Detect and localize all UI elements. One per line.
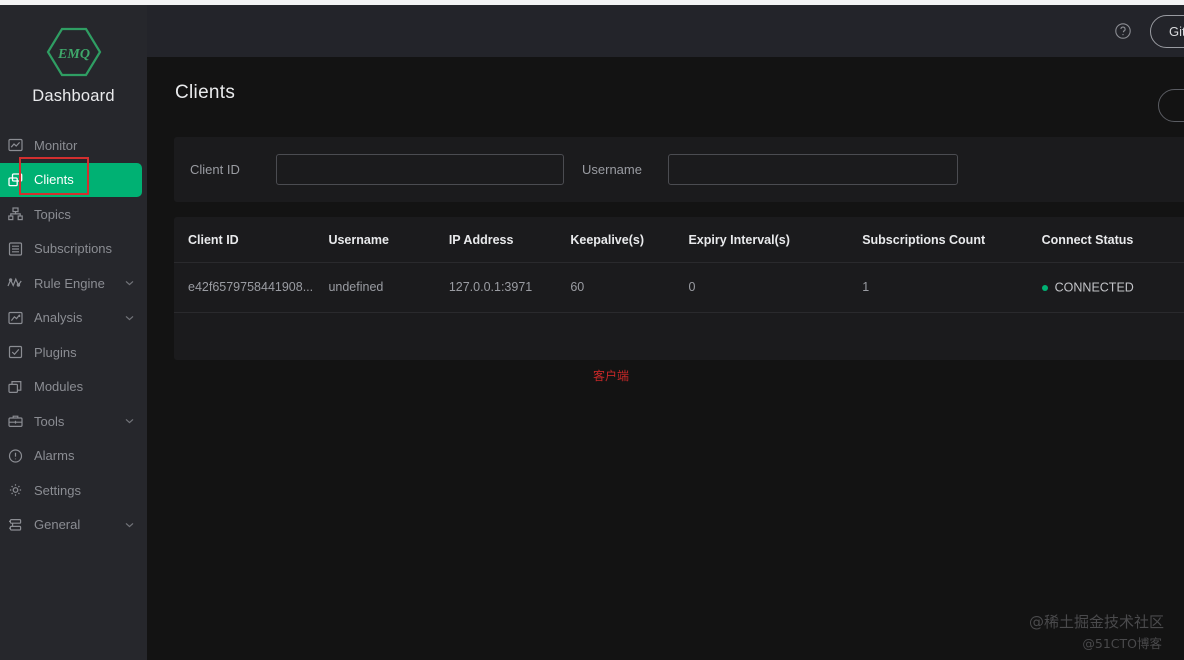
sidebar-item-monitor[interactable]: Monitor: [0, 128, 147, 163]
cell-ip-address: 127.0.0.1:3971: [448, 262, 571, 313]
sidebar-item-topics[interactable]: Topics: [0, 197, 147, 232]
status-badge: CONNECTED: [1054, 280, 1134, 295]
tools-icon: [4, 412, 26, 430]
chevron-down-icon: [125, 522, 134, 528]
chevron-down-icon: [125, 315, 134, 321]
column-header-client-id[interactable]: Client ID: [174, 217, 328, 263]
subscriptions-icon: [4, 240, 26, 258]
search-filter-panel: Client ID Username: [174, 137, 1184, 202]
column-header-username[interactable]: Username: [328, 217, 448, 263]
cell-expiry-interval: 0: [688, 262, 863, 313]
page-title: Clients: [175, 82, 236, 103]
column-header-expiry-interval[interactable]: Expiry Interval(s): [688, 217, 862, 263]
column-header-connect-status[interactable]: Connect Status: [1042, 217, 1184, 263]
gear-icon: [4, 481, 26, 499]
sidebar-item-modules[interactable]: Modules: [0, 370, 147, 405]
clients-table: Client ID Username IP Address Keepalive(…: [174, 217, 1184, 313]
status-dot-icon: [1041, 284, 1048, 291]
sidebar-item-rule-engine[interactable]: Rule Engine: [0, 266, 147, 301]
sidebar-item-subscriptions[interactable]: Subscriptions: [0, 232, 147, 267]
sidebar-item-label: Alarms: [34, 448, 75, 464]
sidebar-item-label: Rule Engine: [34, 275, 105, 291]
sidebar-item-label: Plugins: [34, 344, 77, 360]
page-action-button[interactable]: [1158, 89, 1184, 122]
emq-logo-icon: EMQ: [46, 27, 101, 77]
sidebar-item-label: Modules: [34, 379, 84, 395]
cell-username: undefined: [328, 262, 449, 313]
sidebar-item-plugins[interactable]: Plugins: [0, 335, 147, 370]
modules-icon: [4, 378, 26, 396]
username-input[interactable]: [668, 154, 958, 185]
emqx-dashboard-app: EMQ Dashboard Monitor Clients Topics Sub…: [0, 0, 1184, 660]
alarms-icon: [4, 447, 26, 465]
clients-table-body: e42f6579758441908... undefined 127.0.0.1…: [174, 262, 1184, 313]
cell-subscriptions-count: 1: [862, 262, 1042, 313]
chevron-down-icon: [125, 418, 134, 424]
clients-table-panel: Client ID Username IP Address Keepalive(…: [174, 217, 1184, 360]
brand-block: EMQ Dashboard: [0, 5, 147, 106]
client-id-label: Client ID: [190, 162, 240, 177]
sidebar-item-label: Monitor: [34, 137, 78, 153]
chevron-down-icon: [125, 280, 134, 286]
sidebar-item-label: Analysis: [34, 310, 83, 326]
username-label: Username: [582, 162, 642, 177]
table-header-row: Client ID Username IP Address Keepalive(…: [174, 217, 1184, 263]
sidebar-item-label: Clients: [34, 172, 74, 188]
github-button[interactable]: Git: [1150, 14, 1184, 48]
sidebar-item-label: Settings: [34, 482, 81, 498]
column-header-keepalive[interactable]: Keepalive(s): [570, 217, 688, 263]
sidebar-item-alarms[interactable]: Alarms: [0, 439, 147, 474]
sidebar-item-label: Subscriptions: [34, 241, 113, 257]
annotation-callout-text: 客户端: [593, 369, 630, 383]
watermark-primary: @稀土掘金技术社区: [1028, 613, 1164, 631]
monitor-icon: [4, 136, 26, 154]
cell-connect-status: CONNECTED: [1041, 262, 1184, 313]
cell-client-id[interactable]: e42f6579758441908...: [174, 262, 329, 313]
clients-icon: [4, 171, 26, 189]
cell-keepalive: 60: [570, 262, 689, 313]
rule-engine-icon: [4, 274, 26, 292]
sidebar: EMQ Dashboard Monitor Clients Topics Sub…: [0, 5, 147, 660]
main-content: Clients Client ID Username Client ID Use…: [147, 57, 1184, 660]
sidebar-item-settings[interactable]: Settings: [0, 473, 147, 508]
analysis-icon: [4, 309, 26, 327]
sidebar-item-label: Tools: [34, 413, 65, 429]
sidebar-item-general[interactable]: General: [0, 508, 147, 543]
column-header-ip-address[interactable]: IP Address: [449, 217, 571, 263]
client-id-field-group: Client ID: [190, 154, 564, 185]
plugins-icon: [4, 343, 26, 361]
question-circle-icon[interactable]: [1114, 22, 1132, 40]
emq-logo-text: EMQ: [57, 47, 90, 62]
topics-icon: [4, 205, 26, 223]
sidebar-item-label: General: [34, 517, 81, 533]
column-header-subscriptions-count[interactable]: Subscriptions Count: [862, 217, 1041, 263]
username-field-group: Username: [582, 154, 958, 185]
brand-name: Dashboard: [32, 87, 115, 105]
table-row[interactable]: e42f6579758441908... undefined 127.0.0.1…: [174, 262, 1184, 313]
sidebar-item-clients[interactable]: Clients: [0, 162, 142, 197]
clients-table-head: Client ID Username IP Address Keepalive(…: [174, 217, 1184, 263]
general-icon: [4, 516, 26, 534]
sidebar-item-tools[interactable]: Tools: [0, 404, 147, 439]
sidebar-item-analysis[interactable]: Analysis: [0, 301, 147, 336]
top-header-bar: Git: [147, 5, 1184, 57]
sidebar-item-label: Topics: [34, 206, 71, 222]
watermark-secondary: @51CTO博客: [1082, 636, 1162, 651]
client-id-input[interactable]: [276, 154, 564, 185]
sidebar-nav: Monitor Clients Topics Subscriptions Rul…: [0, 128, 147, 542]
